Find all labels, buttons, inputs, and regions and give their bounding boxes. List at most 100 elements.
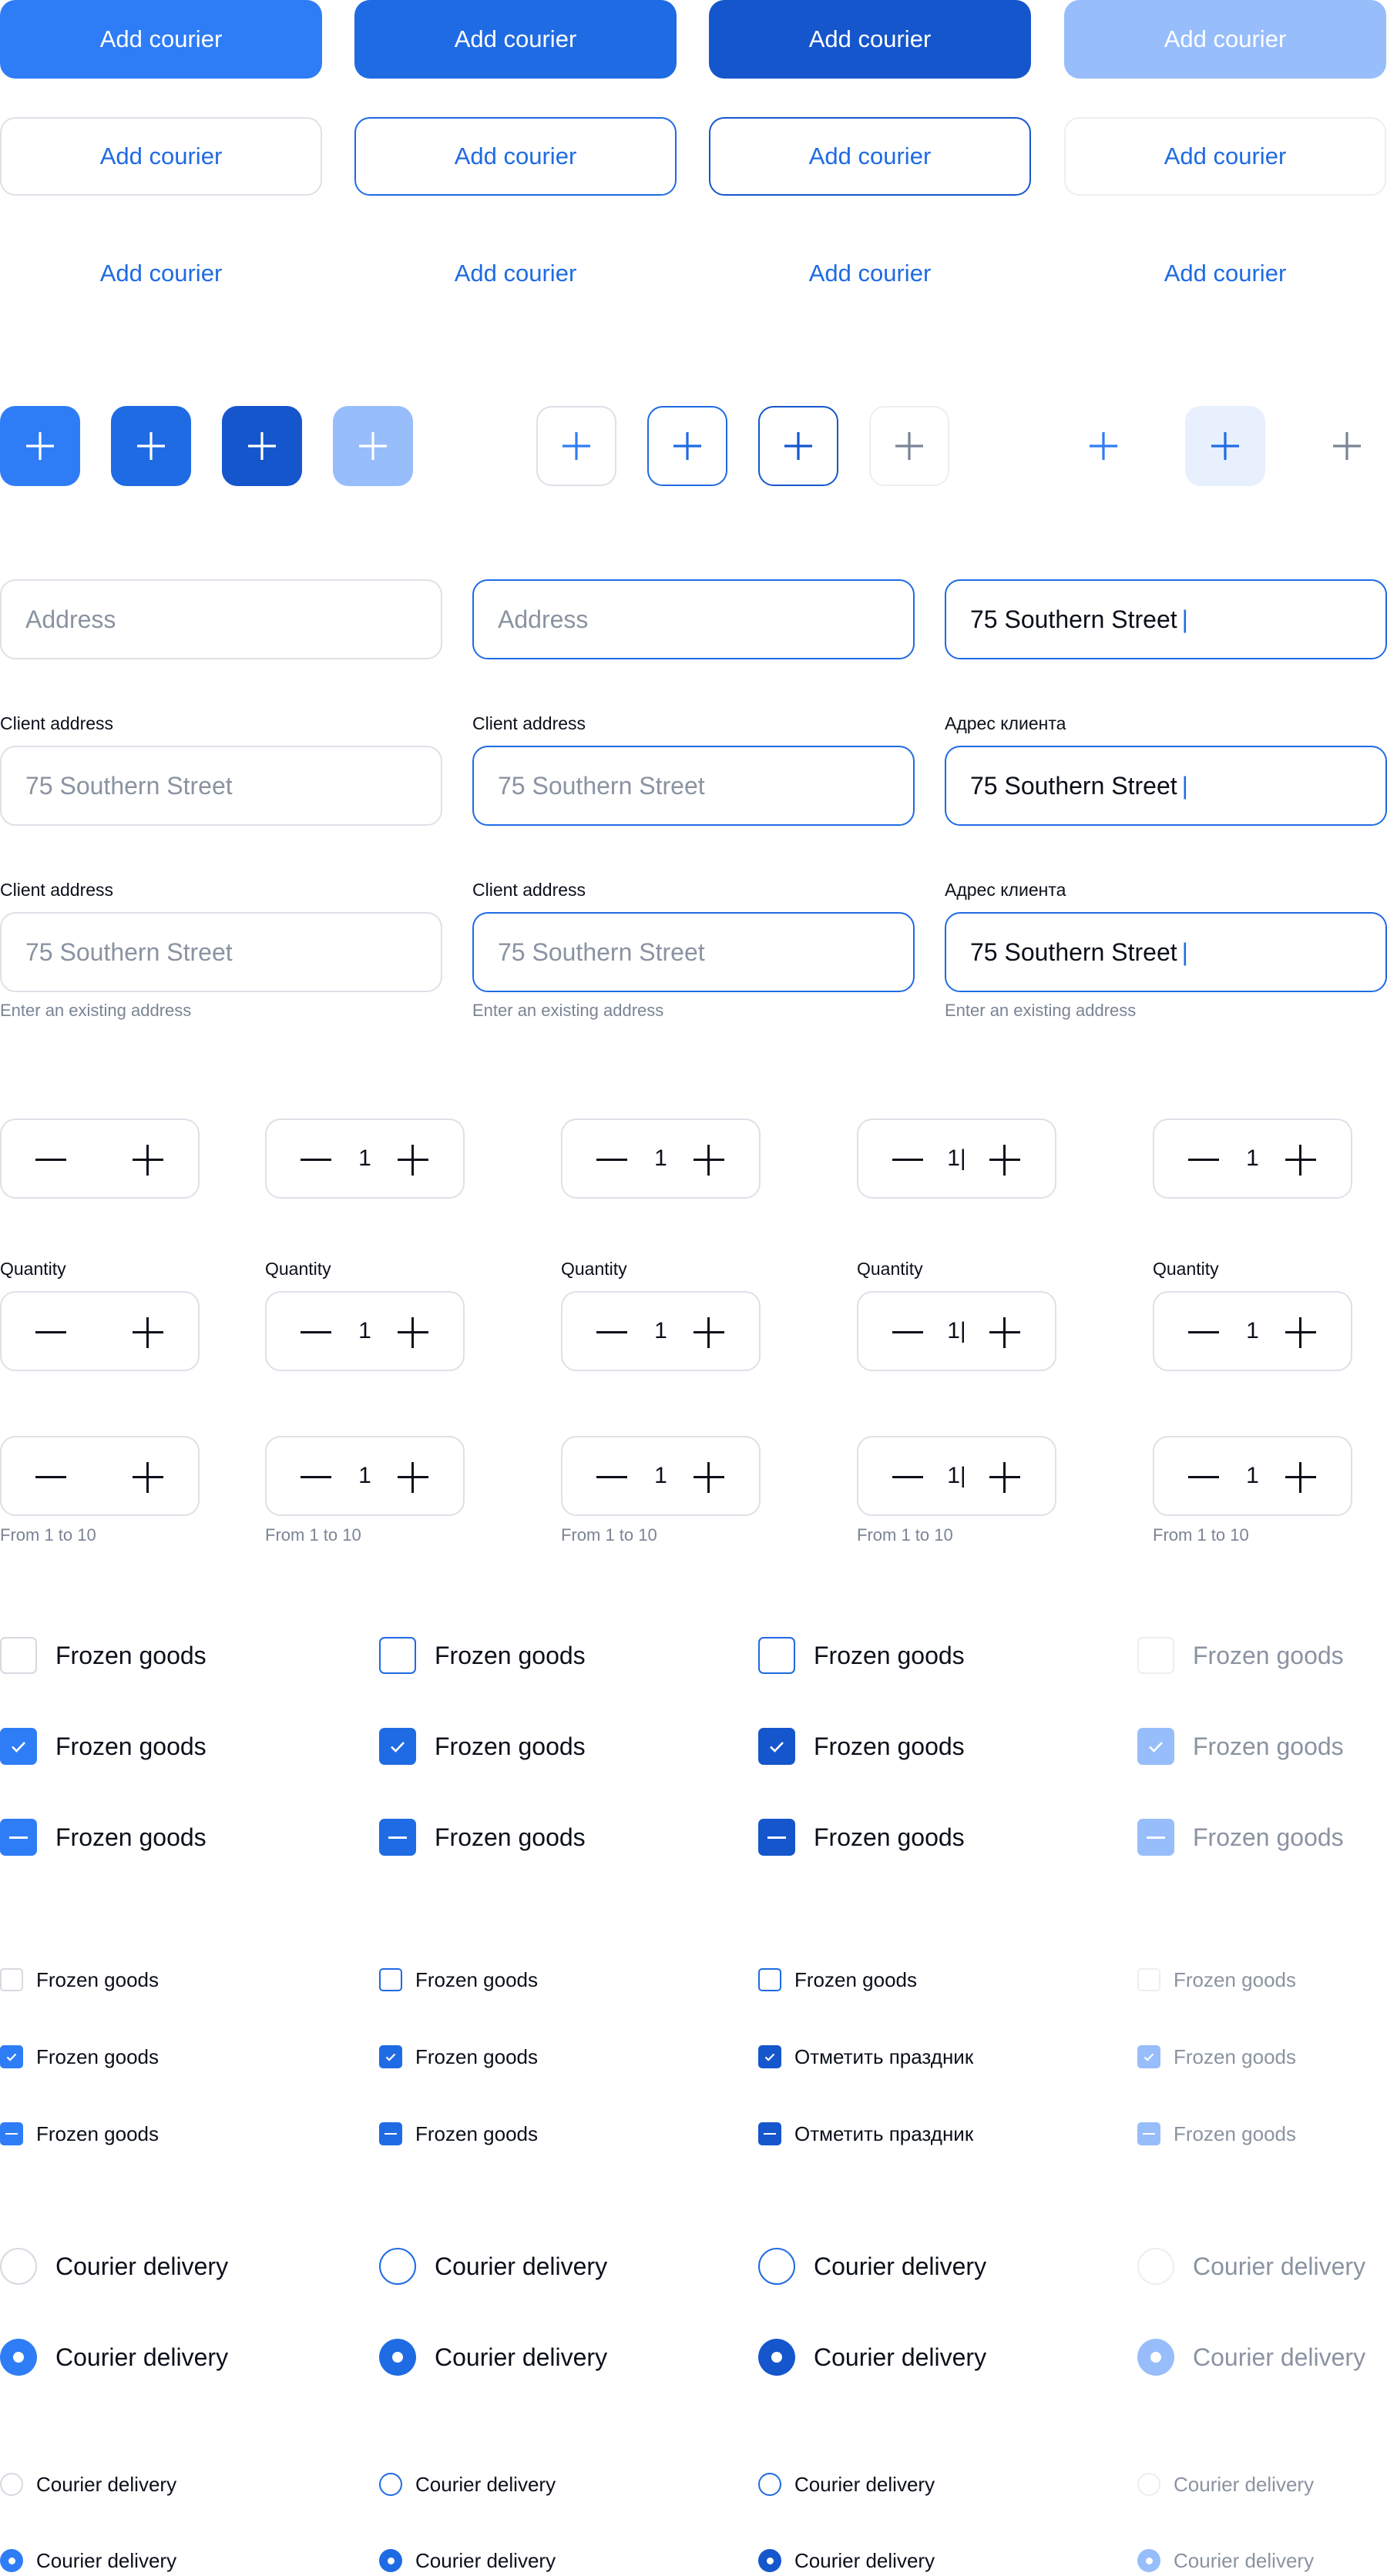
checkbox-indeterminate-default[interactable] bbox=[0, 2122, 23, 2145]
outline-button-pressed[interactable]: Add courier bbox=[709, 117, 1031, 196]
plus-icon[interactable] bbox=[989, 1145, 1020, 1176]
quantity-stepper[interactable] bbox=[0, 1119, 200, 1199]
radio-selected-disabled[interactable] bbox=[1137, 2549, 1160, 2572]
client-address-input-hover[interactable]: 75 Southern Street bbox=[472, 746, 915, 826]
ghost-button-default[interactable]: Add courier bbox=[0, 234, 322, 313]
radio-selected-pressed[interactable] bbox=[758, 2549, 781, 2572]
quantity-stepper[interactable]: 1 bbox=[561, 1291, 761, 1371]
icon-button-outline-hover[interactable] bbox=[647, 406, 727, 486]
plus-icon[interactable] bbox=[133, 1145, 163, 1176]
primary-button-hover[interactable]: Add courier bbox=[354, 0, 677, 79]
plus-icon[interactable] bbox=[398, 1462, 428, 1493]
quantity-stepper[interactable]: 1 bbox=[265, 1119, 465, 1199]
checkbox-unchecked-disabled[interactable] bbox=[1137, 1637, 1174, 1674]
checkbox-checked-disabled[interactable] bbox=[1137, 2045, 1160, 2068]
icon-button-ghost-default[interactable] bbox=[1063, 406, 1144, 486]
quantity-stepper[interactable] bbox=[0, 1291, 200, 1371]
radio-unselected-hover[interactable] bbox=[379, 2473, 402, 2496]
checkbox-unchecked-pressed[interactable] bbox=[758, 1637, 795, 1674]
checkbox-unchecked-default[interactable] bbox=[0, 1968, 23, 1991]
checkbox-checked-disabled[interactable] bbox=[1137, 1728, 1174, 1765]
icon-button-primary-default[interactable] bbox=[0, 406, 80, 486]
checkbox-indeterminate-hover[interactable] bbox=[379, 2122, 402, 2145]
checkbox-unchecked-disabled[interactable] bbox=[1137, 1968, 1160, 1991]
radio-unselected-disabled[interactable] bbox=[1137, 2248, 1174, 2285]
checkbox-checked-hover[interactable] bbox=[379, 2045, 402, 2068]
quantity-stepper[interactable]: 1 bbox=[561, 1436, 761, 1516]
quantity-stepper[interactable]: 1| bbox=[857, 1291, 1056, 1371]
checkbox-checked-default[interactable] bbox=[0, 2045, 23, 2068]
plus-icon[interactable] bbox=[398, 1317, 428, 1348]
quantity-stepper[interactable]: 1 bbox=[1153, 1436, 1352, 1516]
icon-button-primary-hover[interactable] bbox=[111, 406, 191, 486]
checkbox-checked-hover[interactable] bbox=[379, 1728, 416, 1765]
checkbox-unchecked-pressed[interactable] bbox=[758, 1968, 781, 1991]
checkbox-unchecked-hover[interactable] bbox=[379, 1968, 402, 1991]
checkbox-indeterminate-disabled[interactable] bbox=[1137, 2122, 1160, 2145]
plus-icon[interactable] bbox=[989, 1462, 1020, 1493]
checkbox-checked-pressed[interactable] bbox=[758, 2045, 781, 2068]
radio-unselected-default[interactable] bbox=[0, 2473, 23, 2496]
address-input-hover[interactable]: Address bbox=[472, 579, 915, 659]
client-address-input-active[interactable]: 75 Southern Street | bbox=[945, 912, 1387, 992]
outline-button-hover[interactable]: Add courier bbox=[354, 117, 677, 196]
quantity-stepper[interactable]: 1 bbox=[1153, 1291, 1352, 1371]
plus-icon[interactable] bbox=[694, 1145, 724, 1176]
address-input-active[interactable]: 75 Southern Street | bbox=[945, 579, 1387, 659]
outline-button-disabled[interactable]: Add courier bbox=[1064, 117, 1386, 196]
client-address-input-active[interactable]: 75 Southern Street | bbox=[945, 746, 1387, 826]
plus-icon[interactable] bbox=[1285, 1145, 1316, 1176]
quantity-stepper[interactable] bbox=[0, 1436, 200, 1516]
radio-unselected-pressed[interactable] bbox=[758, 2473, 781, 2496]
checkbox-indeterminate-pressed[interactable] bbox=[758, 2122, 781, 2145]
icon-button-primary-disabled[interactable] bbox=[333, 406, 413, 486]
ghost-button-disabled[interactable]: Add courier bbox=[1064, 234, 1386, 313]
client-address-input-hover[interactable]: 75 Southern Street bbox=[472, 912, 915, 992]
radio-selected-pressed[interactable] bbox=[758, 2339, 795, 2376]
ghost-button-hover[interactable]: Add courier bbox=[354, 234, 677, 313]
quantity-stepper[interactable]: 1 bbox=[265, 1291, 465, 1371]
plus-icon[interactable] bbox=[989, 1317, 1020, 1348]
radio-unselected-pressed[interactable] bbox=[758, 2248, 795, 2285]
icon-button-outline-pressed[interactable] bbox=[758, 406, 838, 486]
plus-icon[interactable] bbox=[398, 1145, 428, 1176]
radio-selected-default[interactable] bbox=[0, 2339, 37, 2376]
checkbox-indeterminate-default[interactable] bbox=[0, 1819, 37, 1856]
icon-button-ghost-disabled[interactable] bbox=[1307, 406, 1387, 486]
quantity-stepper[interactable]: 1| bbox=[857, 1436, 1056, 1516]
checkbox-checked-default[interactable] bbox=[0, 1728, 37, 1765]
primary-button-disabled[interactable]: Add courier bbox=[1064, 0, 1386, 79]
icon-button-outline-disabled[interactable] bbox=[869, 406, 949, 486]
plus-icon[interactable] bbox=[1285, 1317, 1316, 1348]
radio-selected-default[interactable] bbox=[0, 2549, 23, 2572]
checkbox-indeterminate-hover[interactable] bbox=[379, 1819, 416, 1856]
quantity-stepper[interactable]: 1| bbox=[857, 1119, 1056, 1199]
primary-button-default[interactable]: Add courier bbox=[0, 0, 322, 79]
icon-button-primary-pressed[interactable] bbox=[222, 406, 302, 486]
plus-icon[interactable] bbox=[133, 1317, 163, 1348]
checkbox-unchecked-hover[interactable] bbox=[379, 1637, 416, 1674]
radio-unselected-hover[interactable] bbox=[379, 2248, 416, 2285]
icon-button-outline-default[interactable] bbox=[536, 406, 616, 486]
checkbox-checked-pressed[interactable] bbox=[758, 1728, 795, 1765]
radio-unselected-disabled[interactable] bbox=[1137, 2473, 1160, 2496]
radio-unselected-default[interactable] bbox=[0, 2248, 37, 2285]
client-address-input-default[interactable]: 75 Southern Street bbox=[0, 746, 442, 826]
client-address-input-default[interactable]: 75 Southern Street bbox=[0, 912, 442, 992]
plus-icon[interactable] bbox=[694, 1462, 724, 1493]
radio-selected-hover[interactable] bbox=[379, 2339, 416, 2376]
address-input-default[interactable]: Address bbox=[0, 579, 442, 659]
plus-icon[interactable] bbox=[133, 1462, 163, 1493]
checkbox-indeterminate-disabled[interactable] bbox=[1137, 1819, 1174, 1856]
plus-icon[interactable] bbox=[1285, 1462, 1316, 1493]
checkbox-indeterminate-pressed[interactable] bbox=[758, 1819, 795, 1856]
ghost-button-pressed[interactable]: Add courier bbox=[709, 234, 1031, 313]
checkbox-unchecked-default[interactable] bbox=[0, 1637, 37, 1674]
plus-icon[interactable] bbox=[694, 1317, 724, 1348]
primary-button-pressed[interactable]: Add courier bbox=[709, 0, 1031, 79]
radio-selected-disabled[interactable] bbox=[1137, 2339, 1174, 2376]
radio-selected-hover[interactable] bbox=[379, 2549, 402, 2572]
outline-button-default[interactable]: Add courier bbox=[0, 117, 322, 196]
icon-button-ghost-hover[interactable] bbox=[1185, 406, 1265, 486]
quantity-stepper[interactable]: 1 bbox=[265, 1436, 465, 1516]
